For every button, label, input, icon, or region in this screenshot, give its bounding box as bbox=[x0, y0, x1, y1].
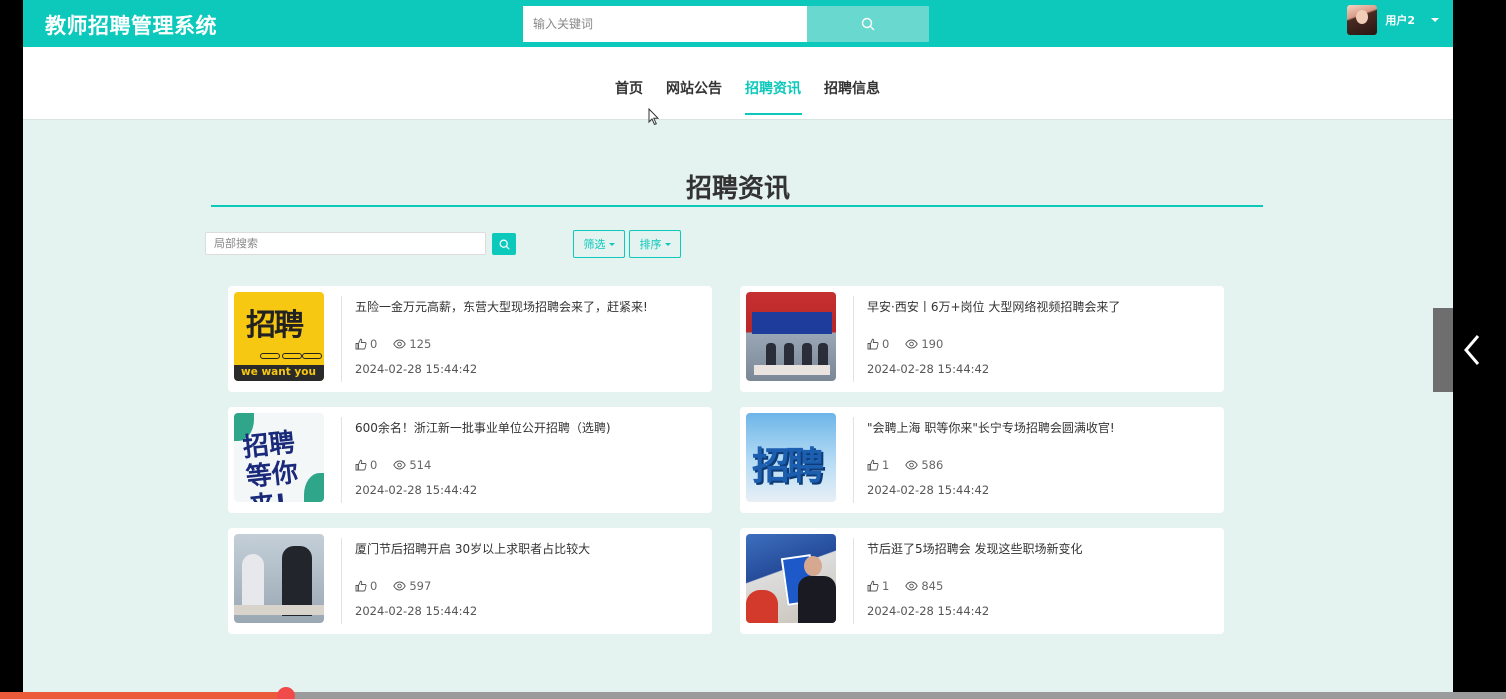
view-count: 190 bbox=[921, 337, 944, 351]
filter-dropdown[interactable]: 筛选 bbox=[573, 230, 625, 258]
article-date: 2024-02-28 15:44:42 bbox=[355, 604, 478, 618]
main-nav: 首页 网站公告 招聘资讯 招聘信息 bbox=[23, 47, 1453, 120]
thumbnail-text: 招聘 bbox=[752, 444, 824, 488]
filter-label: 筛选 bbox=[583, 238, 606, 251]
article-date: 2024-02-28 15:44:42 bbox=[355, 362, 478, 376]
eye-icon bbox=[393, 339, 407, 349]
page-title: 招聘资讯 bbox=[685, 174, 790, 204]
view-count: 597 bbox=[409, 579, 432, 593]
avatar bbox=[1347, 5, 1378, 35]
article-thumbnail: 招聘 we want you bbox=[234, 292, 324, 381]
article-thumbnail bbox=[234, 534, 324, 623]
eye-icon bbox=[905, 581, 919, 591]
sort-dropdown[interactable]: 排序 bbox=[629, 230, 681, 258]
thumbs-up-icon[interactable] bbox=[867, 580, 879, 592]
like-count: 0 bbox=[882, 337, 890, 351]
search-button[interactable] bbox=[807, 6, 929, 42]
article-title[interactable]: 五险一金万元高薪，东营大型现场招聘会来了，赶紧来! bbox=[355, 298, 695, 315]
eye-icon bbox=[905, 339, 919, 349]
video-progress-fill bbox=[0, 692, 286, 699]
side-panel-toggle[interactable] bbox=[1433, 308, 1506, 392]
article-date: 2024-02-28 15:44:42 bbox=[867, 604, 990, 618]
top-bar: 教师招聘管理系统 用户2 bbox=[23, 0, 1453, 47]
app-title: 教师招聘管理系统 bbox=[45, 14, 217, 38]
chevron-down-icon bbox=[608, 242, 615, 246]
thumbnail-text: 招聘 等你来! bbox=[241, 427, 300, 502]
nav-item-home[interactable]: 首页 bbox=[615, 78, 643, 98]
view-count: 125 bbox=[409, 337, 432, 351]
thumbnail-band-text: we want you bbox=[241, 366, 316, 378]
like-count: 0 bbox=[370, 337, 378, 351]
thumbs-up-icon[interactable] bbox=[867, 338, 879, 350]
app-window: 教师招聘管理系统 用户2 首页 网站公告 招聘资讯 招聘信息 招聘资讯 bbox=[23, 0, 1453, 699]
eye-icon bbox=[393, 581, 407, 591]
search-icon bbox=[861, 17, 875, 31]
chevron-down-icon bbox=[664, 242, 671, 246]
like-count: 1 bbox=[882, 458, 890, 472]
eye-icon bbox=[905, 460, 919, 470]
article-card[interactable]: 招聘 "会聘上海 职等你来"长宁专场招聘会圆满收官! 1 586 2024-02… bbox=[740, 407, 1224, 513]
article-thumbnail bbox=[746, 292, 836, 381]
thumbs-up-icon[interactable] bbox=[355, 338, 367, 350]
article-thumbnail: 招聘 bbox=[746, 413, 836, 502]
title-divider bbox=[211, 205, 1263, 207]
thumbs-up-icon[interactable] bbox=[355, 459, 367, 471]
search-input[interactable] bbox=[523, 6, 807, 42]
like-count: 1 bbox=[882, 579, 890, 593]
article-date: 2024-02-28 15:44:42 bbox=[867, 362, 990, 376]
article-title[interactable]: 600余名！浙江新一批事业单位公开招聘（选聘) bbox=[355, 419, 695, 436]
user-name: 用户2 bbox=[1385, 14, 1415, 27]
thumbs-up-icon[interactable] bbox=[355, 580, 367, 592]
article-title[interactable]: "会聘上海 职等你来"长宁专场招聘会圆满收官! bbox=[867, 419, 1207, 436]
article-card[interactable]: 招聘 等你来! 600余名！浙江新一批事业单位公开招聘（选聘) 0 514 202… bbox=[228, 407, 712, 513]
article-card[interactable]: 节后逛了5场招聘会 发现这些职场新变化 1 845 2024-02-28 15:… bbox=[740, 528, 1224, 634]
video-progress-handle[interactable] bbox=[277, 687, 295, 699]
thumbnail-text: 招聘 bbox=[246, 308, 304, 343]
chevron-left-icon bbox=[1464, 335, 1480, 365]
article-date: 2024-02-28 15:44:42 bbox=[355, 483, 478, 497]
active-tab-indicator bbox=[745, 113, 802, 115]
nav-item-announcements[interactable]: 网站公告 bbox=[666, 78, 722, 98]
article-card[interactable]: 招聘 we want you 五险一金万元高薪，东营大型现场招聘会来了，赶紧来!… bbox=[228, 286, 712, 392]
search-icon bbox=[499, 239, 509, 249]
article-title[interactable]: 节后逛了5场招聘会 发现这些职场新变化 bbox=[867, 540, 1207, 557]
local-search-button[interactable] bbox=[492, 233, 516, 255]
local-search-input[interactable] bbox=[205, 232, 486, 255]
article-card[interactable]: 厦门节后招聘开启 30岁以上求职者占比较大 0 597 2024-02-28 1… bbox=[228, 528, 712, 634]
thumbs-up-icon[interactable] bbox=[867, 459, 879, 471]
article-thumbnail: 招聘 等你来! bbox=[234, 413, 324, 502]
article-card[interactable]: 早安·西安丨6万+岗位 大型网络视频招聘会来了 0 190 2024-02-28… bbox=[740, 286, 1224, 392]
article-thumbnail bbox=[746, 534, 836, 623]
article-title[interactable]: 早安·西安丨6万+岗位 大型网络视频招聘会来了 bbox=[867, 298, 1207, 315]
eye-icon bbox=[393, 460, 407, 470]
sort-label: 排序 bbox=[639, 238, 662, 251]
chevron-down-icon bbox=[1431, 18, 1439, 22]
view-count: 845 bbox=[921, 579, 944, 593]
nav-item-recruitment-news[interactable]: 招聘资讯 bbox=[745, 78, 801, 98]
view-count: 514 bbox=[409, 458, 432, 472]
view-count: 586 bbox=[921, 458, 944, 472]
user-menu[interactable]: 用户2 bbox=[1347, 5, 1439, 35]
like-count: 0 bbox=[370, 579, 378, 593]
nav-item-recruitment-info[interactable]: 招聘信息 bbox=[824, 78, 880, 98]
article-date: 2024-02-28 15:44:42 bbox=[867, 483, 990, 497]
article-title[interactable]: 厦门节后招聘开启 30岁以上求职者占比较大 bbox=[355, 540, 695, 557]
like-count: 0 bbox=[370, 458, 378, 472]
mouse-cursor-icon bbox=[648, 108, 660, 126]
global-search bbox=[523, 6, 929, 42]
